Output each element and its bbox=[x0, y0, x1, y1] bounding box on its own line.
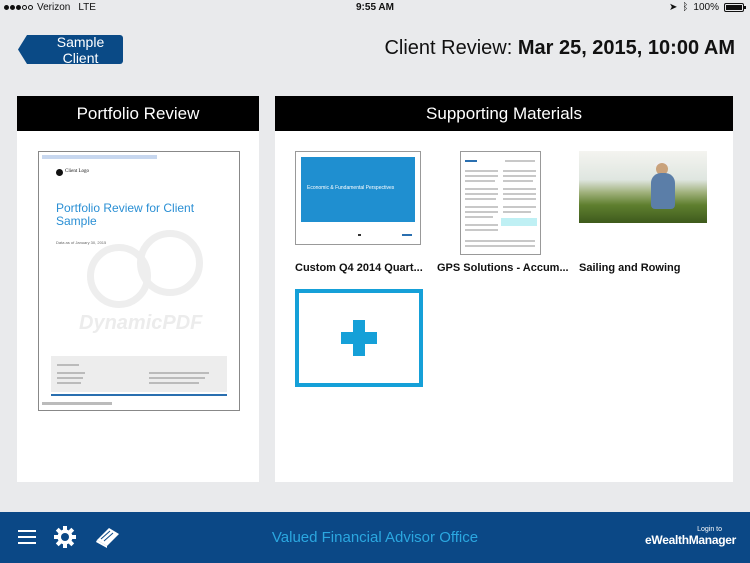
doc-date: Data as of January 30, 2015 bbox=[56, 240, 107, 245]
office-name: Valued Financial Advisor Office bbox=[271, 529, 479, 546]
title-datetime: Mar 25, 2015, 10:00 AM bbox=[517, 37, 735, 59]
material-thumbnail[interactable] bbox=[460, 151, 541, 255]
material-caption[interactable]: GPS Solutions - Accum... bbox=[437, 262, 569, 274]
material-thumbnail[interactable] bbox=[579, 151, 707, 223]
material-caption[interactable]: Sailing and Rowing bbox=[579, 262, 680, 274]
bluetooth-icon: ᛒ bbox=[682, 2, 689, 13]
battery-icon bbox=[724, 3, 746, 12]
doc-title: Portfolio Review for Client Sample bbox=[56, 201, 195, 228]
portfolio-panel: Portfolio Review Client Logo Portfolio R… bbox=[17, 96, 259, 482]
bottom-toolbar: Valued Financial Advisor Office Login to… bbox=[0, 512, 750, 563]
client-logo-text: Client Logo bbox=[65, 169, 90, 174]
battery-percent: 100% bbox=[693, 2, 719, 13]
title-prefix: Client Review: bbox=[384, 37, 513, 59]
status-bar: Verizon LTE 9:55 AM ➤ ᛒ 100% bbox=[0, 0, 750, 16]
plus-icon bbox=[341, 332, 377, 344]
doc-header-line bbox=[42, 155, 157, 159]
portfolio-document-preview[interactable]: Client Logo Portfolio Review for Client … bbox=[38, 151, 240, 411]
login-line1: Login to bbox=[697, 526, 722, 533]
thumb-cover: Economic & Fundamental Perspectives bbox=[301, 157, 415, 222]
clock: 9:55 AM bbox=[356, 2, 394, 13]
material-caption[interactable]: Custom Q4 2014 Quart... bbox=[295, 262, 423, 274]
page-title: Client Review: Mar 25, 2015, 10:00 AM bbox=[384, 37, 735, 60]
watermark-ring-icon bbox=[137, 230, 203, 296]
portfolio-header: Portfolio Review bbox=[17, 96, 259, 131]
materials-header: Supporting Materials bbox=[275, 96, 733, 131]
materials-panel: Supporting Materials Economic & Fundamen… bbox=[275, 96, 733, 482]
login-line2: eWealthManager bbox=[645, 533, 736, 547]
doc-footer-text bbox=[42, 402, 112, 405]
login-link[interactable]: Login to eWealthManager bbox=[645, 526, 736, 547]
doc-advisor-box bbox=[51, 356, 227, 392]
add-material-button[interactable] bbox=[295, 289, 423, 387]
location-arrow-icon: ➤ bbox=[669, 2, 678, 13]
material-thumbnail[interactable]: Economic & Fundamental Perspectives bbox=[295, 151, 421, 245]
back-button[interactable]: Sample Client bbox=[18, 35, 123, 64]
client-logo-icon bbox=[56, 169, 63, 176]
doc-watermark: DynamicPDF bbox=[79, 312, 203, 334]
doc-footer-bar bbox=[51, 394, 227, 396]
